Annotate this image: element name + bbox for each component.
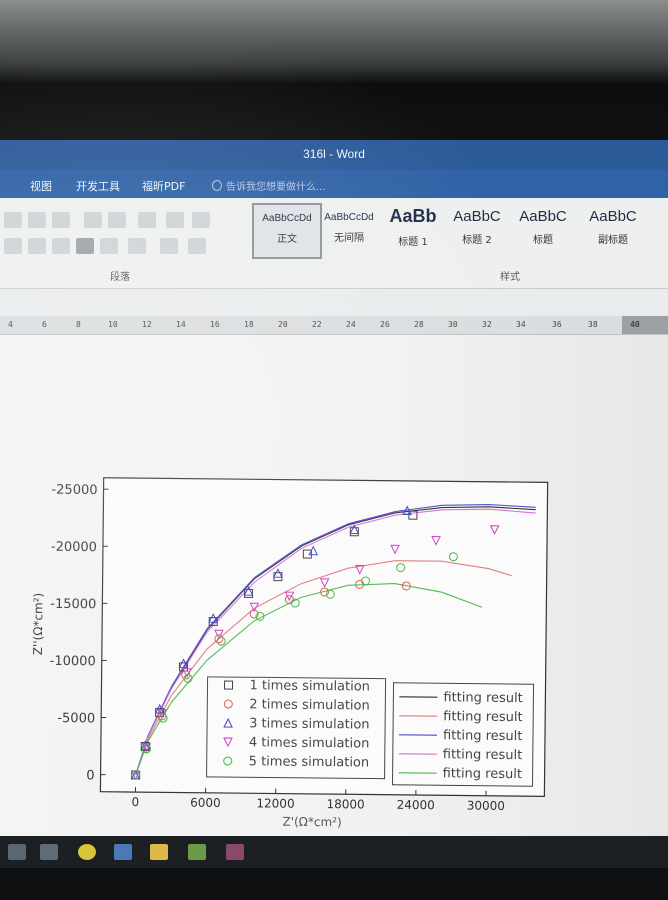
legend-label: fitting result: [443, 766, 523, 782]
legend-label: 5 times simulation: [249, 754, 370, 770]
x-tick-label: 30000: [467, 799, 505, 813]
x-axis-label: Z'(Ω*cm²): [282, 815, 341, 830]
y-axis-label: Z''(Ω*cm²): [31, 593, 46, 656]
x-tick-label: 6000: [190, 796, 221, 810]
legend-label: fitting result: [443, 747, 523, 763]
x-tick-label: 12000: [256, 796, 294, 810]
y-tick-label: -25000: [51, 483, 97, 498]
y-tick-label: -5000: [57, 711, 95, 726]
y-tick-label: -10000: [50, 654, 96, 669]
impedance-chart: 0 6000 12000 18000 24000 30000 -25000 -20000 -15…: [31, 477, 549, 830]
legend-label: fitting result: [443, 690, 523, 706]
y-tick-label: -20000: [51, 540, 97, 555]
legend-label: fitting result: [443, 709, 523, 725]
x-tick-label: 0: [131, 795, 139, 809]
legend-label: 4 times simulation: [249, 735, 370, 751]
legend-label: 2 times simulation: [249, 697, 370, 713]
legend-label: fitting result: [443, 728, 523, 744]
x-tick-label: 18000: [326, 797, 364, 811]
y-tick-label: 0: [86, 768, 94, 783]
legend-label: 1 times simulation: [249, 678, 370, 694]
legend-label: 3 times simulation: [249, 716, 370, 732]
x-tick-label: 24000: [397, 798, 435, 812]
chart-group: 0 6000 12000 18000 24000 30000 -25000 -20000 -15…: [31, 477, 549, 830]
y-tick-label: -15000: [50, 597, 96, 612]
